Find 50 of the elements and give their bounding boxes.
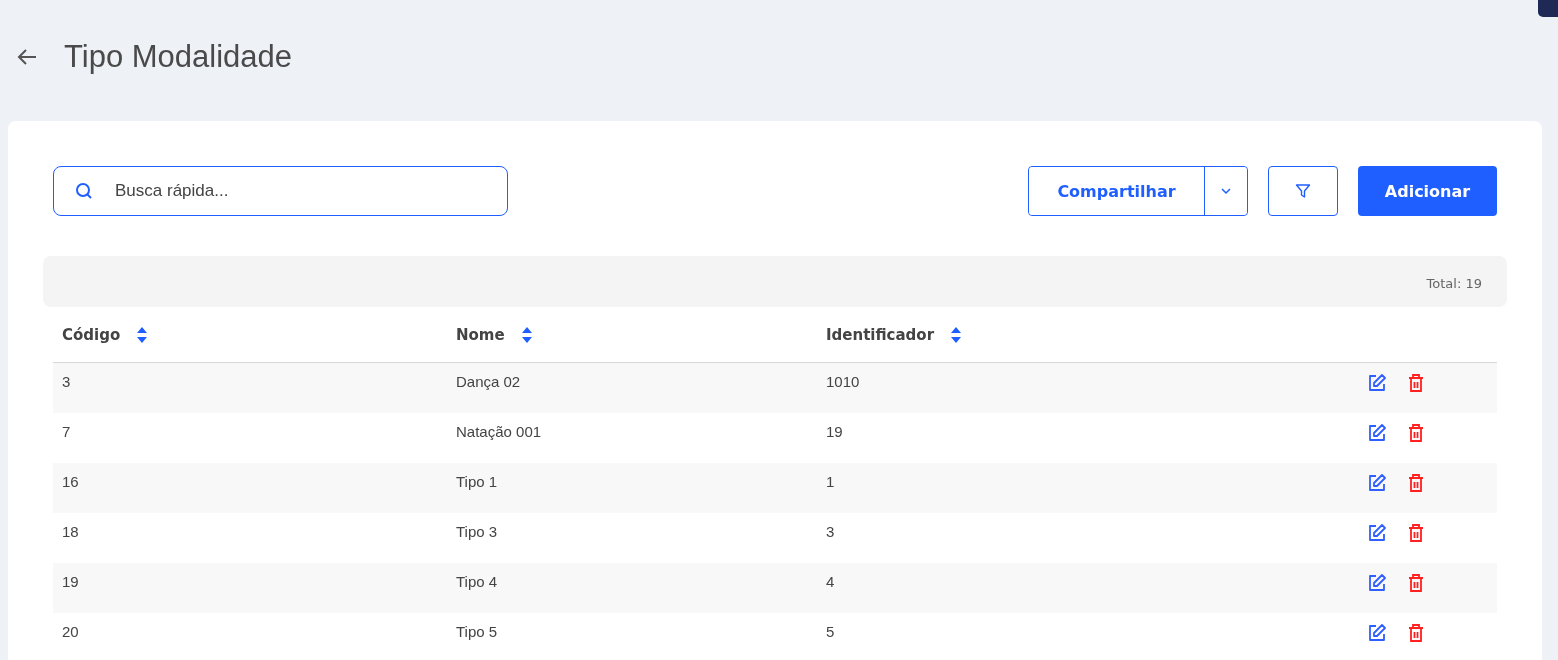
page-title: Tipo Modalidade [64,39,293,75]
table-row[interactable]: 3 Dança 02 1010 [53,363,1497,413]
edit-icon[interactable] [1367,473,1387,493]
edit-icon[interactable] [1367,623,1387,643]
add-button[interactable]: Adicionar [1358,166,1497,216]
table-cell: 20 [62,623,79,640]
filter-icon [1295,183,1311,199]
table-cell: Tipo 4 [456,573,498,590]
table-cell: Dança 02 [456,373,521,390]
share-button[interactable]: Compartilhar [1029,167,1205,215]
table-cell: 7 [62,423,71,440]
chevron-down-icon [1220,187,1232,195]
table-cell: Tipo 3 [456,523,498,540]
table-cell: 1010 [826,373,860,390]
search-field[interactable]: Busca rápida... [53,166,508,216]
table-cell: 19 [826,423,843,440]
table-cell: 19 [62,573,79,590]
table-cell: 18 [62,523,79,540]
filter-button[interactable] [1268,166,1338,216]
table-cell: 1 [826,473,835,490]
total-count: Total: 19 [1426,276,1482,291]
table-row[interactable]: 20 Tipo 5 5 [53,613,1497,660]
back-arrow-icon[interactable] [16,48,38,66]
table-row[interactable]: 19 Tipo 4 4 [53,563,1497,613]
table-cell: 5 [826,623,835,640]
search-icon [75,182,93,200]
table-cell: Tipo 5 [456,623,498,640]
delete-icon[interactable] [1407,623,1425,643]
edit-icon[interactable] [1367,523,1387,543]
delete-icon[interactable] [1407,573,1425,593]
floating-button[interactable] [1538,0,1558,17]
table-cell: 3 [62,373,71,390]
edit-icon[interactable] [1367,573,1387,593]
delete-icon[interactable] [1407,423,1425,443]
delete-icon[interactable] [1407,473,1425,493]
column-header: Identificador [826,325,935,344]
edit-icon[interactable] [1367,423,1387,443]
delete-icon[interactable] [1407,523,1425,543]
table-cell: Natação 001 [456,423,542,440]
table-row[interactable]: 18 Tipo 3 3 [53,513,1497,563]
edit-icon[interactable] [1367,373,1387,393]
table-row[interactable]: 16 Tipo 1 1 [53,463,1497,513]
table-cell: 3 [826,523,835,540]
column-header: Nome [456,325,505,344]
table-row[interactable]: 7 Natação 001 19 [53,413,1497,463]
column-header: Código [62,325,121,344]
table-cell: 4 [826,573,835,590]
delete-icon[interactable] [1407,373,1425,393]
table-cell: 16 [62,473,79,490]
table-cell: Tipo 1 [456,473,498,490]
